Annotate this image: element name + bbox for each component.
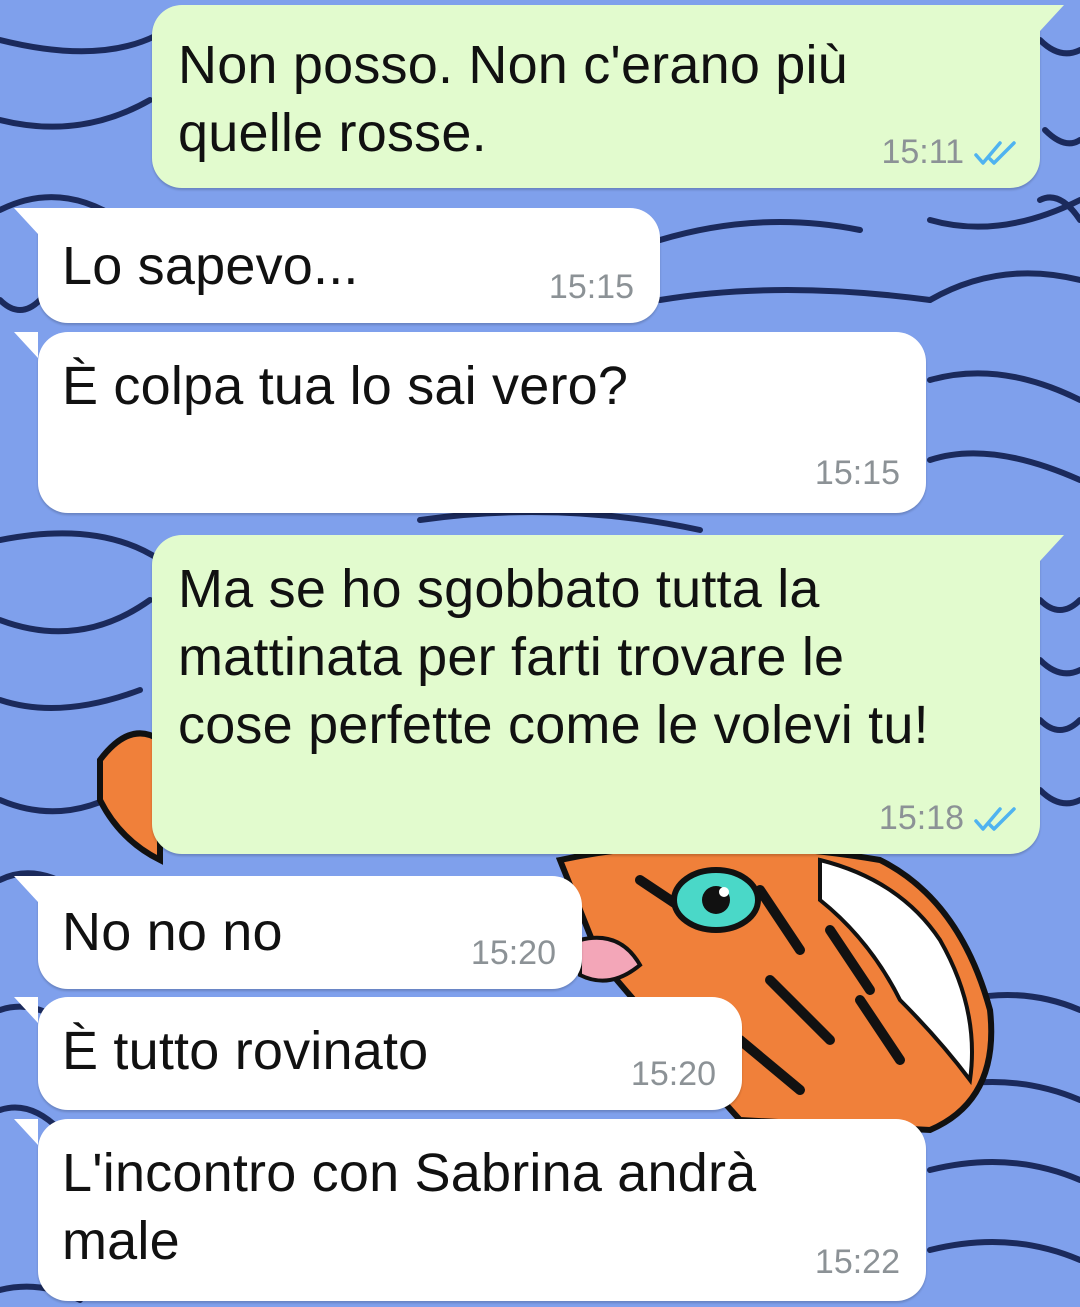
message-meta: 15:11: [881, 133, 1018, 172]
message-bubble-outgoing[interactable]: Ma se ho sgobbato tutta la mattinata per…: [152, 535, 1064, 854]
message-time: 15:15: [548, 268, 634, 306]
message-meta: 15:20: [631, 1055, 716, 1094]
message-time: 15:20: [470, 934, 556, 972]
message-time: 15:20: [630, 1055, 716, 1093]
message-bubble-outgoing[interactable]: Non posso. Non c'erano più quelle rosse.…: [152, 5, 1064, 188]
message-text: Ma se ho sgobbato tutta la mattinata per…: [178, 559, 929, 755]
message-meta: 15:18: [879, 799, 1018, 838]
message-text: Lo sapevo...: [62, 236, 359, 296]
double-check-icon: [974, 806, 1016, 831]
message-text: Non posso. Non c'erano più quelle rosse.: [178, 35, 848, 163]
message-bubble-incoming[interactable]: È tutto rovinato 15:20: [14, 997, 742, 1110]
message-time: 15:18: [878, 799, 964, 837]
message-bubble-incoming[interactable]: L'incontro con Sabrina andrà male 15:22: [14, 1119, 926, 1301]
message-bubble-incoming[interactable]: No no no 15:20: [14, 876, 582, 989]
message-time: 15:11: [881, 133, 964, 171]
message-text: È tutto rovinato: [62, 1021, 429, 1081]
message-meta: 15:15: [815, 454, 900, 493]
message-meta: 15:15: [549, 268, 634, 307]
message-bubble-incoming[interactable]: È colpa tua lo sai vero? 15:15: [14, 332, 926, 513]
message-meta: 15:22: [815, 1243, 900, 1282]
message-time: 15:15: [814, 454, 900, 492]
message-text: È colpa tua lo sai vero?: [62, 356, 629, 416]
message-text: No no no: [62, 902, 283, 962]
message-time: 15:22: [814, 1243, 900, 1281]
message-bubble-incoming[interactable]: Lo sapevo... 15:15: [14, 208, 660, 323]
double-check-icon: [974, 140, 1016, 165]
message-meta: 15:20: [471, 934, 556, 973]
message-text: L'incontro con Sabrina andrà male: [62, 1143, 757, 1271]
